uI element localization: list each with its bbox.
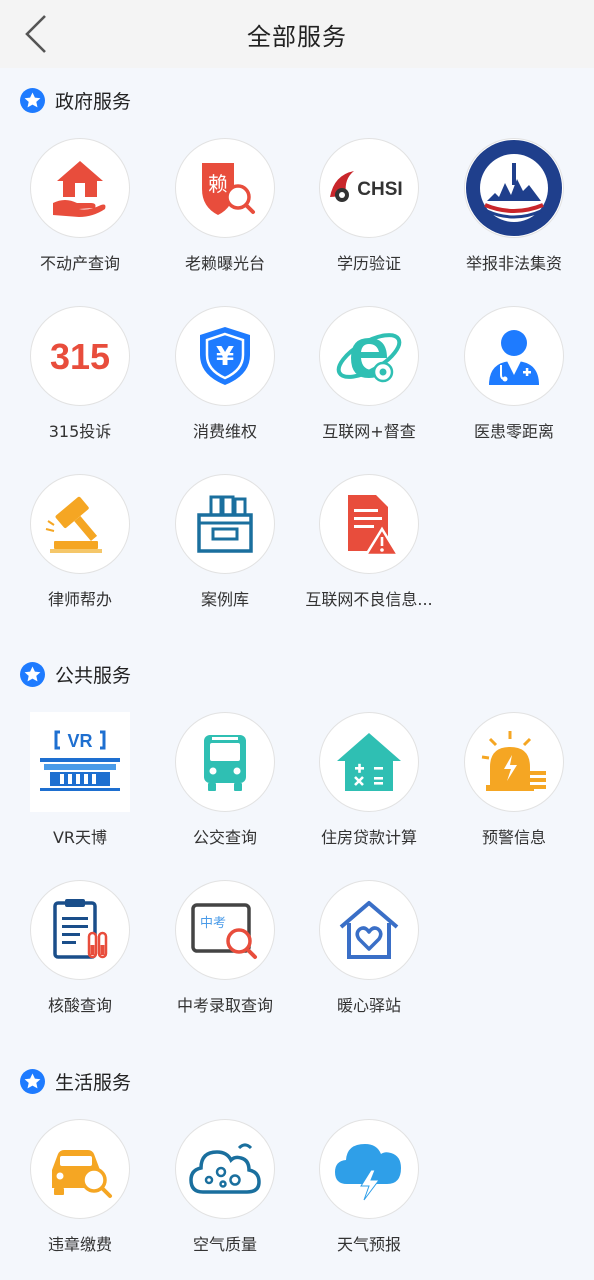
star-icon bbox=[20, 87, 45, 113]
document-warning-icon bbox=[319, 474, 419, 574]
cloud-lightning-icon bbox=[319, 1119, 419, 1219]
item-label: 违章缴费 bbox=[47, 1235, 112, 1254]
item-label: 315投诉 bbox=[48, 422, 112, 441]
service-item-alerts[interactable]: 预警信息 bbox=[444, 712, 584, 862]
service-item-report-fundraising[interactable]: 举报非法集资 bbox=[444, 138, 584, 288]
yen-glyph: ¥ bbox=[216, 342, 234, 372]
ie-globe-icon bbox=[319, 306, 419, 406]
shield-glyph: 赖 bbox=[208, 172, 228, 196]
item-label: 预警信息 bbox=[481, 828, 546, 847]
chsi-logo-icon: CHSI bbox=[319, 138, 419, 238]
item-label: 公交查询 bbox=[192, 828, 257, 847]
item-label: 核酸查询 bbox=[47, 996, 112, 1015]
service-item-mortgage[interactable]: 住房贷款计算 bbox=[299, 712, 439, 862]
service-item-exam-admission[interactable]: 中考 中考录取查询 bbox=[155, 880, 295, 1030]
item-label: 举报非法集资 bbox=[465, 254, 562, 273]
yen-shield-icon: ¥ bbox=[175, 306, 275, 406]
service-item-air-quality[interactable]: 空气质量 bbox=[155, 1119, 295, 1269]
service-item-degree[interactable]: CHSI 学历验证 bbox=[299, 138, 439, 288]
service-item-property[interactable]: 不动产查询 bbox=[10, 138, 150, 288]
service-item-traffic-fine[interactable]: 违章缴费 bbox=[10, 1119, 150, 1269]
section-title: 政府服务 bbox=[55, 90, 132, 113]
item-label: 律师帮办 bbox=[47, 590, 112, 609]
page-title: 全部服务 bbox=[247, 22, 347, 51]
star-icon bbox=[20, 1068, 45, 1094]
item-label: 中考录取查询 bbox=[176, 996, 273, 1015]
shield-search-icon: 赖 bbox=[175, 138, 275, 238]
house-hand-icon bbox=[30, 138, 130, 238]
item-label: 互联网不良信息... bbox=[305, 590, 433, 609]
service-item-315[interactable]: 315 315投诉 bbox=[10, 306, 150, 456]
section-title: 生活服务 bbox=[55, 1071, 132, 1094]
item-label: 空气质量 bbox=[192, 1235, 257, 1254]
service-item-bus[interactable]: 公交查询 bbox=[155, 712, 295, 862]
car-search-icon bbox=[30, 1119, 130, 1219]
top-bar: 全部服务 bbox=[0, 0, 594, 68]
house-calculator-icon bbox=[319, 712, 419, 812]
vr-building-icon: VR bbox=[30, 712, 130, 812]
house-heart-icon bbox=[319, 880, 419, 980]
item-label: 消费维权 bbox=[192, 422, 257, 441]
archive-box-icon bbox=[175, 474, 275, 574]
service-item-internet-inspection[interactable]: 互联网+督查 bbox=[299, 306, 439, 456]
item-label: 学历验证 bbox=[336, 254, 401, 273]
item-label: 互联网+督查 bbox=[322, 422, 416, 441]
section-title: 公共服务 bbox=[55, 664, 132, 687]
service-item-vr[interactable]: VR VR天博 bbox=[10, 712, 150, 862]
section-header-life: 生活服务 bbox=[20, 1068, 131, 1094]
gavel-icon bbox=[30, 474, 130, 574]
service-item-lawyer[interactable]: 律师帮办 bbox=[10, 474, 150, 624]
service-item-case-library[interactable]: 案例库 bbox=[155, 474, 295, 624]
alarm-light-icon bbox=[464, 712, 564, 812]
tianjin-seal-icon bbox=[464, 138, 564, 238]
item-label: 案例库 bbox=[200, 590, 249, 609]
item-label: 不动产查询 bbox=[39, 254, 120, 273]
315-icon: 315 bbox=[30, 306, 130, 406]
star-icon bbox=[20, 661, 45, 687]
item-label: 天气预报 bbox=[336, 1235, 401, 1254]
exam-search-icon: 中考 bbox=[175, 880, 275, 980]
chsi-glyph: CHSI bbox=[357, 179, 402, 200]
item-label: 医患零距离 bbox=[473, 422, 554, 441]
service-item-nucleic-acid[interactable]: 核酸查询 bbox=[10, 880, 150, 1030]
service-item-defaulter[interactable]: 赖 老赖曝光台 bbox=[155, 138, 295, 288]
service-item-harmful-info[interactable]: 互联网不良信息... bbox=[299, 474, 439, 624]
service-item-weather[interactable]: 天气预报 bbox=[299, 1119, 439, 1269]
cloud-dots-icon bbox=[175, 1119, 275, 1219]
clipboard-test-tube-icon bbox=[30, 880, 130, 980]
exam-glyph: 中考 bbox=[200, 916, 226, 931]
item-label: 暖心驿站 bbox=[336, 996, 401, 1015]
service-item-doctor[interactable]: 医患零距离 bbox=[444, 306, 584, 456]
doctor-icon bbox=[464, 306, 564, 406]
section-header-government: 政府服务 bbox=[20, 87, 131, 113]
item-label: 住房贷款计算 bbox=[320, 828, 417, 847]
service-item-consumer-rights[interactable]: ¥ 消费维权 bbox=[155, 306, 295, 456]
service-item-warm-station[interactable]: 暖心驿站 bbox=[299, 880, 439, 1030]
back-button[interactable] bbox=[14, 12, 58, 56]
section-header-public: 公共服务 bbox=[20, 661, 131, 687]
bus-icon bbox=[175, 712, 275, 812]
vr-glyph: VR bbox=[67, 731, 92, 751]
item-label: 老赖曝光台 bbox=[184, 254, 265, 273]
chevron-left-icon bbox=[23, 14, 49, 54]
item-label: VR天博 bbox=[52, 828, 108, 847]
315-glyph: 315 bbox=[50, 336, 110, 377]
